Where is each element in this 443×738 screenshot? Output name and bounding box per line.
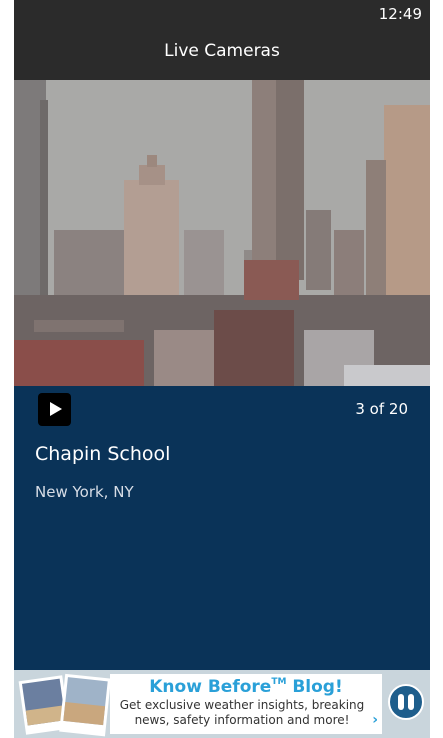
logo-segment-right xyxy=(408,694,414,710)
ad-photos-image xyxy=(14,670,114,738)
camera-image[interactable] xyxy=(14,80,430,386)
camera-name: Chapin School xyxy=(35,443,171,465)
camera-counter: 3 of 20 xyxy=(355,400,408,418)
play-button[interactable] xyxy=(38,393,71,426)
chevron-right-icon: › xyxy=(372,712,378,728)
ad-panel: Know BeforeTM Blog! Get exclusive weathe… xyxy=(110,674,382,734)
camera-location: New York, NY xyxy=(35,483,134,501)
status-bar: 12:49 xyxy=(14,0,430,28)
camera-info-panel: 3 of 20 Chapin School New York, NY xyxy=(14,386,430,670)
ad-headline: Know BeforeTM Blog! xyxy=(110,677,382,697)
ad-line-1: Get exclusive weather insights, breaking xyxy=(119,698,365,712)
app-frame: 12:49 Live Cameras 3 of 20 Chapin School… xyxy=(14,0,430,738)
page-title: Live Cameras xyxy=(164,41,280,61)
logo-segment-left xyxy=(398,694,404,710)
city-skyline-image xyxy=(14,80,430,386)
status-time: 12:49 xyxy=(378,5,422,23)
play-icon xyxy=(50,402,62,416)
weather-logo-icon xyxy=(388,684,424,720)
ad-line-2: news, safety information and more! xyxy=(134,713,350,727)
title-bar: Live Cameras xyxy=(14,28,430,80)
ad-banner[interactable]: Know BeforeTM Blog! Get exclusive weathe… xyxy=(14,670,430,738)
ad-headline-suffix: Blog! xyxy=(286,677,343,697)
ad-trademark: TM xyxy=(271,677,287,687)
ad-headline-text: Know Before xyxy=(149,677,272,697)
